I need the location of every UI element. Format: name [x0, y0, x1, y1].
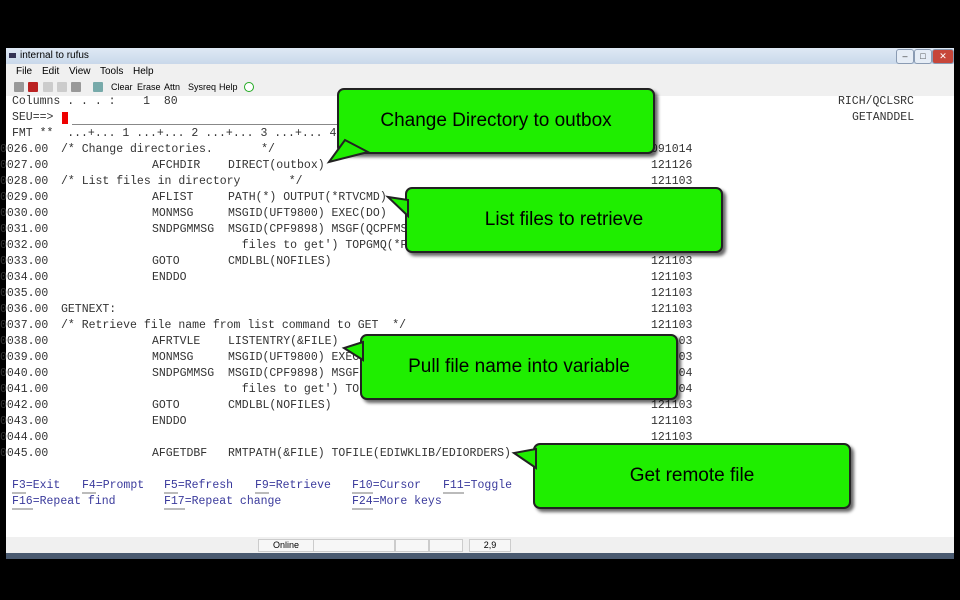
callout-tail: [341, 340, 364, 362]
callout-tails: [326, 138, 537, 470]
callout-tail: [326, 138, 371, 164]
callout-tail: [511, 447, 537, 470]
callout-tail: [385, 195, 409, 219]
